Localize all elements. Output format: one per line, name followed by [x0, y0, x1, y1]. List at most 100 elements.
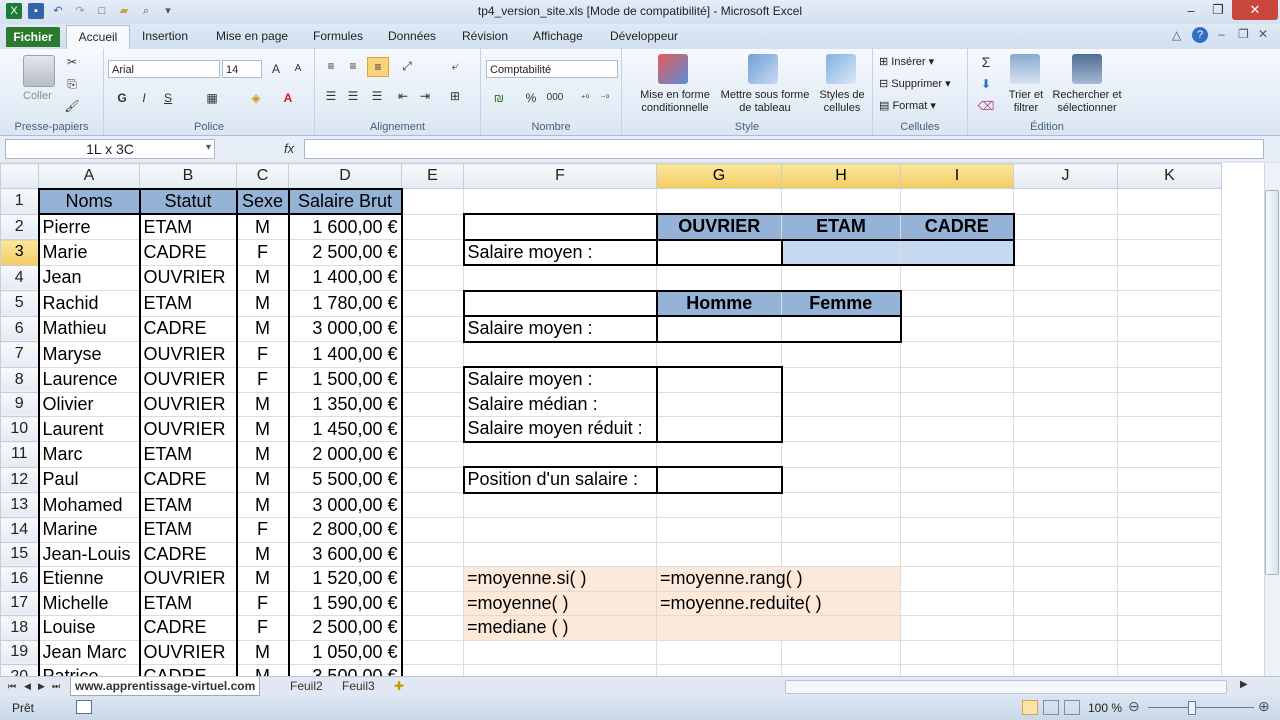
- cell[interactable]: [1013, 492, 1118, 518]
- cell[interactable]: [656, 615, 901, 641]
- cell[interactable]: [1013, 466, 1118, 493]
- conditional-format-icon[interactable]: [658, 54, 688, 84]
- last-sheet-icon[interactable]: ⏭: [52, 677, 60, 695]
- insert-function-button[interactable]: fx: [284, 141, 294, 156]
- cell[interactable]: [401, 264, 464, 291]
- doc-minimize-icon[interactable]: –: [1218, 27, 1225, 41]
- cell[interactable]: [462, 289, 657, 317]
- row-header[interactable]: 17: [0, 590, 39, 616]
- cell[interactable]: [463, 188, 657, 215]
- cell-salaire[interactable]: 1 600,00 €: [288, 213, 403, 240]
- cell-sexe[interactable]: M: [236, 264, 290, 291]
- cell-sexe[interactable]: M: [236, 391, 290, 417]
- cell[interactable]: [900, 264, 1014, 291]
- cell-name[interactable]: Louise: [37, 615, 141, 641]
- row-header[interactable]: 18: [0, 615, 39, 641]
- minimize-icon[interactable]: –: [1178, 0, 1204, 20]
- collapse-ribbon-icon[interactable]: △: [1172, 28, 1181, 42]
- cell[interactable]: [900, 566, 1014, 592]
- find-select-icon[interactable]: [1072, 54, 1102, 84]
- col-header-i[interactable]: I: [900, 163, 1014, 189]
- cell[interactable]: [462, 213, 657, 241]
- cell[interactable]: [1117, 590, 1222, 616]
- cell-sexe[interactable]: F: [236, 239, 290, 266]
- merge-center-icon[interactable]: ⊞: [445, 87, 465, 105]
- cell[interactable]: [463, 492, 657, 518]
- header-sexe[interactable]: Sexe: [236, 187, 290, 215]
- cell-sexe[interactable]: M: [236, 213, 290, 240]
- cell[interactable]: [463, 441, 657, 468]
- align-right-icon[interactable]: ☰: [367, 87, 387, 105]
- cell[interactable]: [401, 341, 464, 368]
- cell[interactable]: [900, 492, 1014, 518]
- cell-styles-icon[interactable]: [826, 54, 856, 84]
- row-header[interactable]: 14: [0, 517, 39, 543]
- cell[interactable]: [781, 391, 901, 417]
- help-icon[interactable]: ?: [1192, 27, 1208, 43]
- col-header-h[interactable]: H: [781, 163, 901, 189]
- cell[interactable]: [656, 664, 782, 676]
- insert-button[interactable]: ⊞ Insérer ▾: [879, 55, 934, 68]
- header-homme[interactable]: Homme: [655, 289, 782, 317]
- cell[interactable]: [401, 239, 464, 266]
- cell[interactable]: [900, 290, 1014, 317]
- cell[interactable]: [401, 315, 464, 342]
- cell[interactable]: [1117, 315, 1222, 342]
- cell-salaire[interactable]: 1 590,00 €: [288, 590, 403, 616]
- cell[interactable]: [401, 416, 464, 442]
- horizontal-scrollbar[interactable]: [785, 680, 1227, 694]
- row-header[interactable]: 7: [0, 341, 39, 368]
- conditional-format-button[interactable]: Mise en forme conditionnelle: [630, 89, 720, 115]
- row-header[interactable]: 13: [0, 492, 39, 518]
- align-top-icon[interactable]: ≡: [321, 57, 341, 75]
- cell[interactable]: [656, 639, 782, 665]
- cell[interactable]: [1117, 290, 1222, 317]
- sort-filter-icon[interactable]: [1010, 54, 1040, 84]
- cell-salaire[interactable]: 1 050,00 €: [288, 639, 403, 665]
- cell[interactable]: [1013, 441, 1118, 468]
- cell[interactable]: [401, 590, 464, 616]
- font-name-select[interactable]: Arial: [108, 60, 220, 78]
- cell[interactable]: [655, 466, 783, 494]
- cell[interactable]: [401, 664, 464, 676]
- cell-statut[interactable]: ETAM: [139, 517, 238, 543]
- cell-name[interactable]: Pierre: [37, 213, 141, 240]
- cell[interactable]: [1013, 290, 1118, 317]
- cell[interactable]: [401, 366, 464, 393]
- tab-fichier[interactable]: Fichier: [6, 27, 60, 47]
- find-select-button[interactable]: Rechercher et sélectionner: [1048, 89, 1126, 115]
- cell[interactable]: [1117, 416, 1222, 442]
- cell-name[interactable]: Marie: [37, 239, 141, 266]
- prev-sheet-icon[interactable]: ◀: [24, 677, 31, 695]
- row-header[interactable]: 15: [0, 541, 39, 567]
- col-header-f[interactable]: F: [463, 163, 657, 189]
- header-statut[interactable]: Statut: [139, 187, 238, 215]
- cell[interactable]: [781, 264, 901, 291]
- cell-active[interactable]: [655, 238, 783, 266]
- delete-button[interactable]: ⊟ Supprimer ▾: [879, 77, 951, 90]
- cell[interactable]: [900, 664, 1014, 676]
- sheet-tab-feuil3[interactable]: Feuil3: [342, 677, 375, 695]
- cell[interactable]: [1013, 416, 1118, 442]
- cell-name[interactable]: Jean-Louis: [37, 541, 141, 567]
- name-box[interactable]: 1L x 3C: [5, 139, 215, 159]
- cell[interactable]: [1117, 441, 1222, 468]
- col-header-b[interactable]: B: [139, 163, 237, 189]
- cell-sexe[interactable]: F: [236, 590, 290, 616]
- format-painter-icon[interactable]: 🖌: [62, 97, 82, 115]
- cell[interactable]: [656, 517, 782, 543]
- cell-statut[interactable]: ETAM: [139, 213, 238, 240]
- cell[interactable]: [900, 416, 1014, 442]
- row-header[interactable]: 11: [0, 441, 39, 468]
- cell[interactable]: [656, 541, 782, 567]
- cell-statut[interactable]: ETAM: [139, 441, 238, 468]
- underline-button[interactable]: S: [158, 89, 178, 107]
- format-button[interactable]: ▤ Format ▾: [879, 99, 936, 112]
- cell-name[interactable]: Jean: [37, 264, 141, 291]
- cell[interactable]: [781, 639, 901, 665]
- cell[interactable]: [1013, 341, 1118, 368]
- cell-sexe[interactable]: M: [236, 566, 290, 592]
- decrease-font-icon[interactable]: A: [288, 60, 308, 78]
- decrease-decimal-icon[interactable]: ⁻⁰: [595, 89, 615, 107]
- percent-button[interactable]: %: [521, 89, 541, 107]
